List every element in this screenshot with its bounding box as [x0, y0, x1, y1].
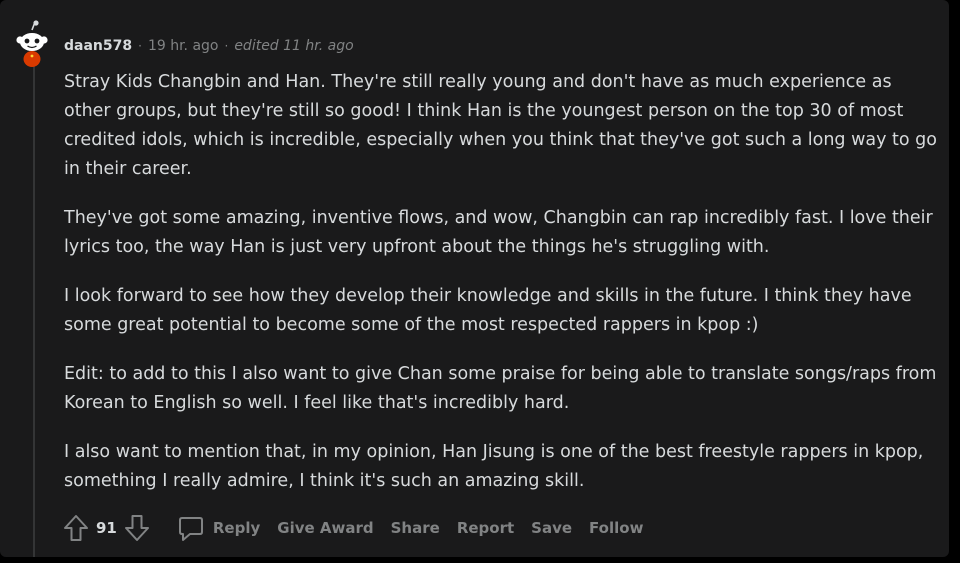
give-award-button[interactable]: Give Award [277, 519, 373, 537]
comment-card: daan578 · 19 hr. ago · edited 11 hr. ago… [0, 0, 949, 557]
snoo-avatar-icon[interactable] [12, 20, 52, 68]
comment-paragraph: Stray Kids Changbin and Han. They're sti… [64, 72, 937, 179]
save-label: Save [531, 519, 573, 537]
upvote-arrow-icon[interactable] [62, 513, 90, 543]
comment-actions: 91 Reply Give Award Share Report Save Fo… [62, 512, 643, 544]
thread-line[interactable] [33, 66, 35, 557]
give-award-label: Give Award [277, 519, 374, 537]
comment-paragraph: I look forward to see how they develop t… [64, 286, 912, 335]
author-link[interactable]: daan578 [64, 38, 132, 54]
follow-label: Follow [589, 519, 644, 537]
share-label: Share [390, 519, 440, 537]
comment-body: Stray Kids Changbin and Han. They're sti… [64, 68, 939, 516]
follow-button[interactable]: Follow [589, 519, 643, 537]
downvote-arrow-icon[interactable] [123, 513, 151, 543]
report-button[interactable]: Report [457, 519, 514, 537]
separator-dot: · [224, 39, 229, 53]
comment-paragraph: They've got some amazing, inventive flow… [64, 208, 933, 257]
share-button[interactable]: Share [391, 519, 440, 537]
comment-meta: daan578 · 19 hr. ago · edited 11 hr. ago [64, 36, 354, 56]
comment-paragraph: Edit: to add to this I also want to give… [64, 364, 937, 413]
report-label: Report [456, 519, 515, 537]
reply-label: Reply [212, 519, 261, 537]
comment-paragraph: I also want to mention that, in my opini… [64, 442, 924, 491]
reply-button[interactable]: Reply [177, 513, 260, 543]
comment-bubble-icon [178, 517, 203, 541]
timestamp[interactable]: 19 hr. ago [148, 38, 219, 54]
save-button[interactable]: Save [531, 519, 572, 537]
vote-score: 91 [96, 519, 117, 537]
separator-dot: · [138, 39, 142, 53]
edited-label: edited 11 hr. ago [234, 38, 354, 54]
